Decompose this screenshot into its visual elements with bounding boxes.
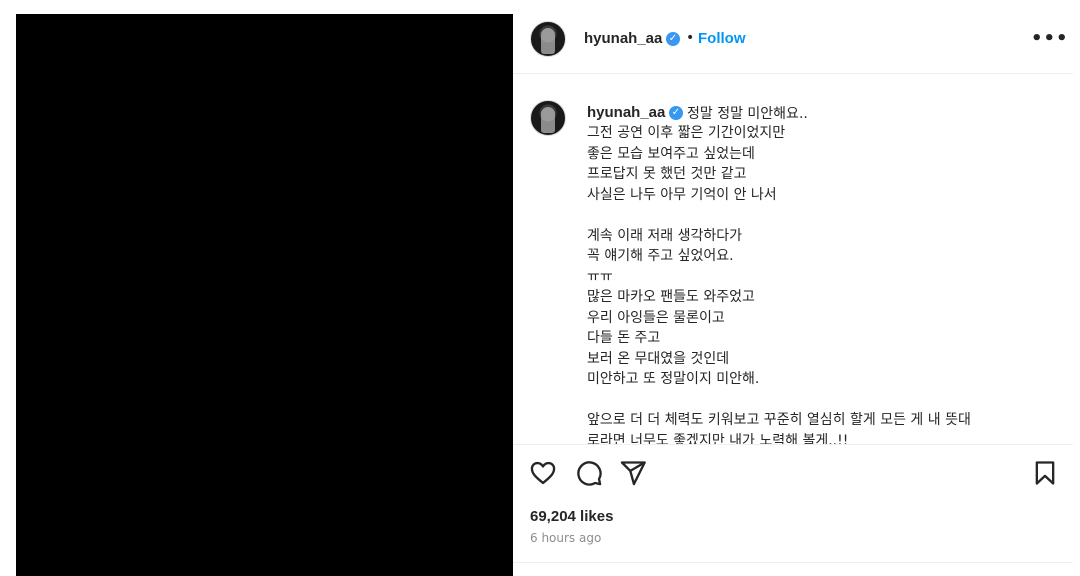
- more-options-icon[interactable]: •••: [1031, 28, 1069, 49]
- caption-line: 앞으로 더 더 체력도 키워보고 꾸준히 열심히 할게 모든 게 내 뜻대: [587, 412, 971, 428]
- caption-first-line: 정말 정말 미안해요..: [687, 106, 808, 122]
- caption-line: ㅠㅠ: [587, 268, 613, 285]
- bookmark-icon[interactable]: [1031, 459, 1059, 487]
- caption-text: 그전 공연 이후 짧은 기간이었지만 좋은 모습 보여주고 싶었는데 프로답지 …: [587, 123, 1067, 444]
- caption-line: 프로답지 못 했던 것만 같고: [587, 166, 747, 182]
- heart-icon[interactable]: [529, 459, 557, 487]
- caption-line: 많은 마카오 팬들도 와주었고: [587, 289, 755, 305]
- caption-verified-badge-icon: ✓: [669, 106, 683, 120]
- send-paper-plane-icon[interactable]: [619, 459, 647, 487]
- caption-line: 우리 아잉들은 물론이고: [587, 309, 725, 326]
- post-timestamp[interactable]: 6 hours ago: [530, 531, 601, 545]
- caption-line: 로라면 너무도 좋겠지만 내가 노력해 볼게..!!: [587, 432, 849, 445]
- caption-line: 보러 온 무대였을 것인데: [587, 350, 730, 367]
- instagram-post-window: hyunah_aa ✓ • Follow ••• hyunah_aa ✓ 정말 …: [0, 0, 1080, 576]
- caption-line: 좋은 모습 보여주고 싶었는데: [587, 145, 755, 162]
- post-header: hyunah_aa ✓ • Follow •••: [513, 14, 1073, 74]
- caption-author-username[interactable]: hyunah_aa: [587, 104, 665, 121]
- author-avatar[interactable]: [530, 21, 566, 57]
- caption-line: 다들 돈 주고: [587, 330, 661, 346]
- likes-count[interactable]: 69,204 likes: [530, 508, 613, 525]
- caption-line: 사실은 나두 아무 기억이 안 나서: [587, 186, 777, 203]
- follow-button[interactable]: Follow: [698, 30, 746, 47]
- caption-author-avatar[interactable]: [530, 100, 566, 136]
- caption-section[interactable]: hyunah_aa ✓ 정말 정말 미안해요.. 그전 공연 이후 짧은 기간이…: [513, 74, 1073, 444]
- caption-line: 꼭 얘기해 주고 싶었어요.: [587, 248, 734, 264]
- post-media-image[interactable]: [16, 14, 513, 576]
- author-username[interactable]: hyunah_aa: [584, 30, 662, 47]
- caption-line: 그전 공연 이후 짧은 기간이었지만: [587, 125, 786, 141]
- caption-line: [587, 390, 1067, 411]
- actions-divider: [513, 444, 1073, 445]
- caption-line: [587, 205, 1067, 226]
- verified-badge-icon: ✓: [666, 32, 680, 46]
- comment-bubble-icon[interactable]: [575, 459, 603, 487]
- bottom-divider: [513, 562, 1073, 563]
- header-separator: •: [686, 30, 695, 46]
- post-actions-bar: [513, 454, 1073, 494]
- caption-line: 계속 이래 저래 생각하다가: [587, 227, 743, 244]
- post-side-panel: hyunah_aa ✓ • Follow ••• hyunah_aa ✓ 정말 …: [513, 14, 1073, 576]
- caption-line: 미안하고 또 정말이지 미안해.: [587, 371, 760, 387]
